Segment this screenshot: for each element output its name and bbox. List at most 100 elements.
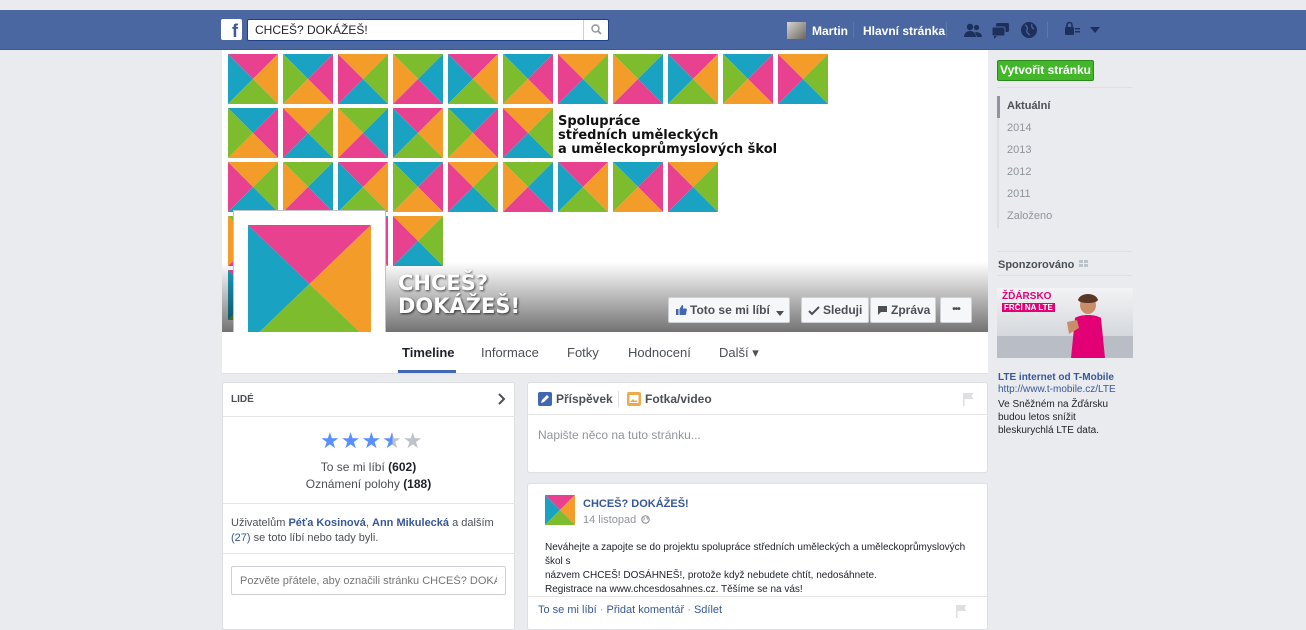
composer-tab-photo[interactable]: Fotka/video <box>627 392 712 406</box>
ad-url-link[interactable]: http://www.t-mobile.cz/LTE <box>998 384 1116 395</box>
report-flag-icon[interactable] <box>955 604 967 618</box>
top-navigation-bar <box>0 10 1306 50</box>
like-page-button[interactable]: Toto se mi líbí <box>668 297 790 323</box>
divider <box>618 391 619 407</box>
friends-middle: a dalším <box>452 517 494 529</box>
timeline-nav-item-founded[interactable]: Založeno <box>999 206 1137 228</box>
friends-prefix: Uživatelům <box>231 517 286 529</box>
cover-caption-line: a uměleckoprůmyslových škol <box>558 142 778 157</box>
divider <box>997 275 1132 276</box>
home-link[interactable]: Hlavní stránka <box>863 24 945 38</box>
tab-reviews[interactable]: Hodnocení <box>628 345 691 360</box>
notifications-globe-icon[interactable] <box>1019 20 1039 40</box>
like-page-label: Toto se mi líbí <box>690 303 770 317</box>
ad-person-illustration <box>1067 294 1105 358</box>
timeline-nav-item-2014[interactable]: 2014 <box>999 118 1137 140</box>
friend-link[interactable]: Ann Mikulecká <box>372 517 449 529</box>
follow-label: Sleduji <box>823 303 863 317</box>
post-actions: To se mi líbí · Přidat komentář · Sdílet <box>538 604 722 616</box>
friend-separator: , <box>365 517 369 529</box>
post-like-link[interactable]: To se mi líbí <box>538 604 597 616</box>
active-tab-indicator <box>398 370 456 373</box>
ad-headline: ŽĎÁRSKO <box>1002 291 1052 302</box>
friends-count-link[interactable]: (27) <box>231 532 251 544</box>
privacy-shortcuts-icon[interactable] <box>1062 20 1082 40</box>
tab-more[interactable]: Další ▾ <box>719 345 759 361</box>
tab-about[interactable]: Informace <box>481 345 539 360</box>
divider <box>997 87 1132 88</box>
friend-link[interactable]: Péťa Kosinová <box>288 517 365 529</box>
pencil-icon <box>538 392 552 406</box>
post-share-link[interactable]: Sdílet <box>694 604 722 616</box>
timeline-nav-item-2011[interactable]: 2011 <box>999 184 1137 206</box>
rating-star-empty: ★ <box>402 428 424 453</box>
globe-audience-icon <box>641 515 651 524</box>
search-box <box>247 19 609 41</box>
message-label: Zpráva <box>891 303 931 317</box>
rating-stars[interactable]: ★★★★★ <box>320 428 424 454</box>
divider <box>222 503 515 504</box>
rating-star-half: ★ <box>382 428 403 453</box>
create-page-button[interactable]: Vytvořit stránku <box>997 60 1094 81</box>
friends-suffix: se toto líbí nebo tady byli. <box>253 532 379 544</box>
ad-choices-icon[interactable] <box>1079 260 1089 268</box>
page-likes-count[interactable]: To se mi líbí (602) <box>222 460 515 474</box>
action-separator: · <box>687 604 691 616</box>
topbar-separator <box>1047 22 1048 38</box>
profile-link[interactable]: Martin <box>812 24 848 38</box>
user-avatar[interactable] <box>787 22 806 39</box>
chevron-down-icon <box>776 311 785 316</box>
timeline-nav-item-2012[interactable]: 2012 <box>999 162 1137 184</box>
thumbs-up-icon <box>676 305 687 315</box>
post-author-link[interactable]: CHCEŠ? DOKÁŽEŠ! <box>583 498 689 510</box>
ad-title-link[interactable]: LTE internet od T-Mobile <box>998 372 1114 383</box>
people-card-header[interactable]: LIDÉ <box>231 394 254 405</box>
timeline-nav-item-recent[interactable]: Aktuální <box>997 96 1137 118</box>
timeline-year-nav: Aktuální 2014 2013 2012 2011 Založeno <box>997 96 1137 228</box>
page-checkins-count[interactable]: Oznámení polohy (188) <box>222 477 515 491</box>
ad-image[interactable]: ŽĎÁRSKO FRČÍ NA LTE <box>997 288 1133 358</box>
composer-input[interactable]: Napište něco na tuto stránku... <box>538 428 701 442</box>
composer-tab-photo-label: Fotka/video <box>645 392 712 406</box>
facebook-logo-icon[interactable]: f <box>221 19 242 40</box>
follow-button[interactable]: Sleduji <box>801 297 869 323</box>
page-tabs-bar <box>222 332 988 374</box>
search-button[interactable] <box>583 20 608 40</box>
chevron-right-icon[interactable] <box>498 393 506 405</box>
timeline-nav-item-2013[interactable]: 2013 <box>999 140 1137 162</box>
friend-requests-icon[interactable] <box>963 20 983 40</box>
message-button[interactable]: Zpráva <box>870 297 936 323</box>
topbar-separator <box>946 22 947 38</box>
page-title[interactable]: CHCEŠ? DOKÁŽEŠ! <box>398 272 558 318</box>
photo-icon <box>627 392 641 406</box>
sponsored-label: Sponzorováno <box>998 259 1075 271</box>
post-body-line: Neváhejte a zapojte se do projektu spolu… <box>545 542 966 567</box>
sponsored-heading: Sponzorováno <box>998 259 1089 271</box>
action-separator: · <box>599 604 604 616</box>
messages-icon[interactable] <box>991 20 1011 40</box>
cover-caption: Spolupráce středních uměleckých a umělec… <box>558 115 777 157</box>
friends-who-like: Uživatelům Péťa Kosinová, Ann Mikulecká … <box>231 516 501 546</box>
search-input[interactable] <box>248 20 583 40</box>
ad-description: Ve Sněžném na Žďársku budou letos snížit… <box>998 399 1109 436</box>
checkins-count: (188) <box>403 477 432 491</box>
checkmark-icon <box>808 306 820 316</box>
cover-caption-line: středních uměleckých <box>558 128 719 143</box>
composer-tab-post[interactable]: Příspěvek <box>538 392 613 406</box>
invite-friends-input[interactable] <box>231 566 506 595</box>
search-icon <box>591 24 602 35</box>
more-options-button[interactable]: ••• <box>940 297 972 323</box>
account-menu-chevron-down-icon[interactable] <box>1090 27 1100 33</box>
post-body-line: Registrace na www.chcesdosahnes.cz. Těší… <box>545 584 803 595</box>
post-comment-link[interactable]: Přidat komentář <box>606 604 684 616</box>
post-body-line: názvem CHCEŠ! DOSÁHNEŠ!, protože když ne… <box>545 570 877 581</box>
tab-photos[interactable]: Fotky <box>567 345 599 360</box>
post-date-label: 14 listopad <box>583 514 637 526</box>
post-timestamp[interactable]: 14 listopad <box>583 514 651 526</box>
divider <box>997 251 1132 252</box>
tab-timeline[interactable]: Timeline <box>402 345 455 360</box>
ad-subheadline: FRČÍ NA LTE <box>1002 303 1055 312</box>
post-author-avatar[interactable] <box>545 495 575 525</box>
report-flag-icon[interactable] <box>962 392 974 406</box>
likes-count: (602) <box>388 460 417 474</box>
